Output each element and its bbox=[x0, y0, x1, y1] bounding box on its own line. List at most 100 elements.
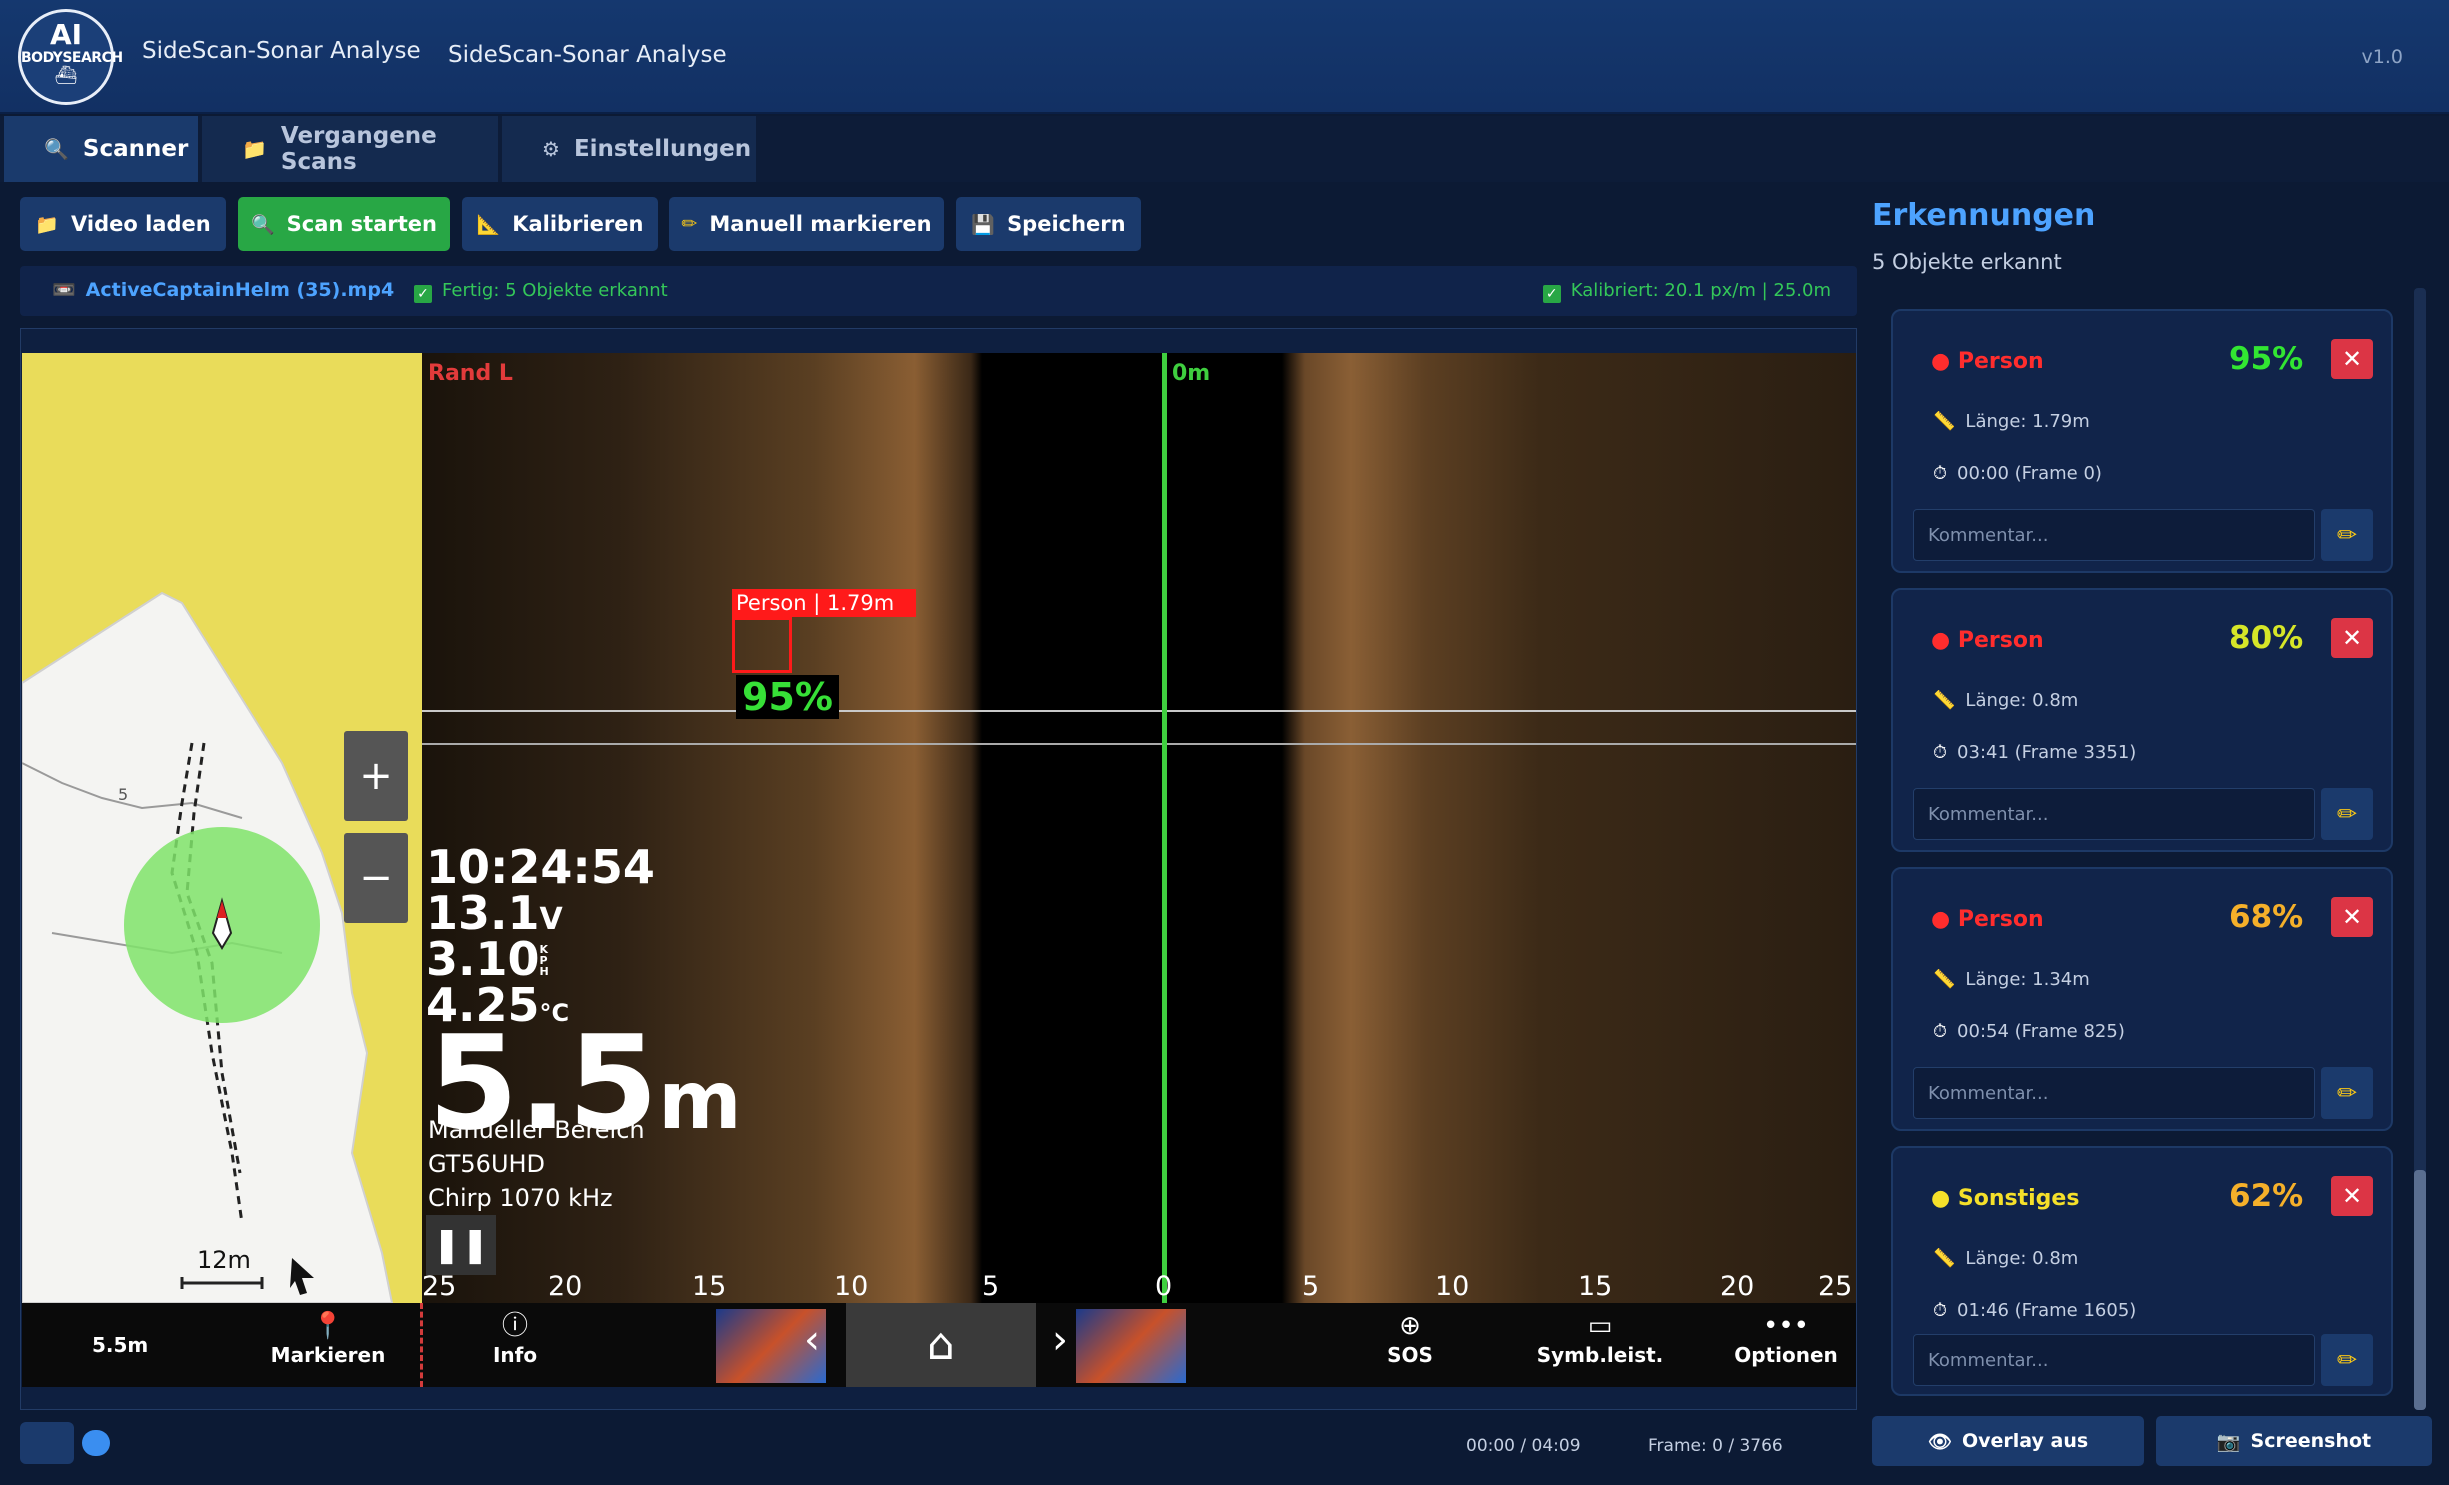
boat-icon: ⛴ bbox=[54, 65, 78, 86]
detection-confidence: 80% bbox=[2229, 620, 2304, 656]
tab-einstellungen[interactable]: ⚙ Einstellungen bbox=[502, 116, 758, 182]
center-line bbox=[1162, 353, 1167, 1303]
map-scale: 12m bbox=[197, 1246, 251, 1274]
depth-readout: 5.5m bbox=[428, 1007, 742, 1159]
screenshot-button[interactable]: 📷 Screenshot bbox=[2156, 1416, 2432, 1466]
sos-button[interactable]: ⊕ SOS bbox=[1350, 1309, 1470, 1383]
close-icon: ✕ bbox=[2341, 903, 2363, 931]
timeline-slider-handle[interactable] bbox=[82, 1430, 110, 1456]
ruler-icon: 📐 bbox=[476, 213, 501, 236]
logo-line1: AI bbox=[49, 18, 83, 51]
save-button[interactable]: 💾 Speichern bbox=[956, 197, 1141, 251]
info-icon: ⓘ bbox=[501, 1311, 528, 1341]
scan-status: ✓ Fertig: 5 Objekte erkannt bbox=[414, 280, 668, 303]
tab-vergangene-scans[interactable]: 📁 Vergangene Scans bbox=[202, 116, 500, 182]
close-icon: ✕ bbox=[2341, 1182, 2363, 1210]
bottom-edge-line bbox=[420, 1303, 424, 1387]
header: AI BODYSEARCH ⛴ SideScan-Sonar Analyse S… bbox=[0, 0, 2449, 114]
detection-class: ● Sonstiges bbox=[1931, 1186, 2080, 1211]
chart-map[interactable]: 5 12m + − bbox=[22, 353, 422, 1303]
frame-readout: Frame: 0 / 3766 bbox=[1648, 1436, 1783, 1456]
panel-title: Erkennungen bbox=[1872, 198, 2096, 233]
detection-confidence: 95% bbox=[736, 675, 839, 719]
range-tick: 15 bbox=[1578, 1271, 1613, 1302]
home-icon: ⌂ bbox=[927, 1319, 955, 1370]
pause-button[interactable]: ❚❚ bbox=[426, 1215, 496, 1275]
zoom-out-button[interactable]: − bbox=[344, 833, 408, 923]
status-bar: 📼 ActiveCaptainHelm (35).mp4 ✓ Fertig: 5 O… bbox=[20, 266, 1857, 316]
search-icon: 🔍 bbox=[251, 213, 275, 236]
pencil-icon: ✏ bbox=[2336, 521, 2358, 549]
info-button[interactable]: ⓘ Info bbox=[450, 1309, 580, 1383]
ruler-icon: 📏 bbox=[1933, 1248, 1956, 1269]
range-tick: 20 bbox=[548, 1271, 583, 1302]
overlay-toggle-button[interactable]: 👁 Overlay aus bbox=[1872, 1416, 2144, 1466]
version-label: v1.0 bbox=[2361, 46, 2403, 68]
transducer-model: GT56UHD bbox=[428, 1150, 546, 1178]
symbol-bar-button[interactable]: ▭ Symb.leist. bbox=[1520, 1309, 1680, 1383]
edge-label: Rand L bbox=[428, 361, 513, 386]
range-tick: 20 bbox=[1720, 1271, 1755, 1302]
sonar-thumbnail-right[interactable] bbox=[1076, 1309, 1186, 1383]
comment-input[interactable] bbox=[1913, 1067, 2315, 1119]
load-video-button[interactable]: 📁 Video laden bbox=[20, 197, 226, 251]
more-icon: ••• bbox=[1762, 1311, 1809, 1341]
sonar-view: Rand L 0m Person | 1.79m 95% 10:24:54 13… bbox=[422, 353, 1856, 1303]
button-label: Speichern bbox=[1007, 212, 1126, 236]
stopwatch-icon: ⏱ bbox=[1933, 1021, 1948, 1042]
delete-button[interactable]: ✕ bbox=[2331, 897, 2373, 937]
stopwatch-icon: ⏱ bbox=[1933, 742, 1948, 763]
edit-comment-button[interactable]: ✏ bbox=[2321, 1067, 2373, 1119]
detection-length: 📏 Länge: 0.8m bbox=[1933, 690, 2079, 711]
detection-class: ● Person bbox=[1931, 907, 2044, 932]
tab-scanner[interactable]: 🔍 Scanner bbox=[4, 116, 200, 182]
pencil-icon: ✏ bbox=[2336, 1346, 2358, 1374]
detection-box[interactable] bbox=[732, 617, 792, 673]
chevron-right-icon[interactable]: › bbox=[1052, 1317, 1068, 1363]
pencil-icon: ✏ bbox=[681, 213, 698, 235]
zoom-in-button[interactable]: + bbox=[344, 731, 408, 821]
range-tick: 0 bbox=[1155, 1271, 1173, 1302]
calibrate-button[interactable]: 📐 Kalibrieren bbox=[462, 197, 658, 251]
range-tick: 15 bbox=[692, 1271, 727, 1302]
detection-time: ⏱ 00:00 (Frame 0) bbox=[1933, 463, 2102, 484]
detection-card: ● Person 68% ✕ 📏 Länge: 1.34m ⏱ 00:54 (Fra… bbox=[1891, 867, 2393, 1131]
edit-comment-button[interactable]: ✏ bbox=[2321, 1334, 2373, 1386]
button-label: Kalibrieren bbox=[512, 212, 644, 236]
comment-input[interactable] bbox=[1913, 788, 2315, 840]
video-player[interactable]: 5 12m + − Rand L 0m Person | 1.79m 95% 1… bbox=[22, 353, 1856, 1387]
button-label: Video laden bbox=[70, 212, 211, 236]
start-scan-button[interactable]: 🔍 Scan starten bbox=[238, 197, 450, 251]
chevron-left-icon[interactable]: ‹ bbox=[804, 1317, 820, 1363]
device-bottom-bar: 5.5m 📍 Markieren ⓘ Info ‹ ⌂ › ⊕ SOS ▭ Sy… bbox=[22, 1303, 1856, 1387]
delete-button[interactable]: ✕ bbox=[2331, 618, 2373, 658]
sonar-frequency: Chirp 1070 kHz bbox=[428, 1184, 613, 1212]
center-label: 0m bbox=[1172, 361, 1211, 386]
tab-label: Vergangene Scans bbox=[280, 123, 437, 175]
markieren-button[interactable]: 📍 Markieren bbox=[258, 1309, 398, 1383]
timeline: 00:00 / 04:09 Frame: 0 / 3766 bbox=[20, 1420, 1857, 1468]
detection-label: Person | 1.79m bbox=[732, 589, 916, 617]
range-tick: 25 bbox=[422, 1271, 457, 1302]
file-name: 📼 ActiveCaptainHelm (35).mp4 bbox=[52, 279, 395, 301]
tab-label: Einstellungen bbox=[573, 136, 752, 162]
options-button[interactable]: ••• Optionen bbox=[1716, 1309, 1856, 1383]
comment-input[interactable] bbox=[1913, 1334, 2315, 1386]
pencil-icon: ✏ bbox=[2336, 1079, 2358, 1107]
folder-icon: 📁 bbox=[242, 137, 267, 161]
edit-comment-button[interactable]: ✏ bbox=[2321, 509, 2373, 561]
detection-length: 📏 Länge: 1.34m bbox=[1933, 969, 2090, 990]
comment-input[interactable] bbox=[1913, 509, 2315, 561]
play-button[interactable] bbox=[20, 1422, 74, 1464]
home-button[interactable]: ⌂ bbox=[846, 1303, 1036, 1387]
delete-button[interactable]: ✕ bbox=[2331, 1176, 2373, 1216]
delete-button[interactable]: ✕ bbox=[2331, 339, 2373, 379]
tab-label: Scanner bbox=[82, 136, 189, 162]
detection-length: 📏 Länge: 1.79m bbox=[1933, 411, 2090, 432]
edit-comment-button[interactable]: ✏ bbox=[2321, 788, 2373, 840]
detection-length: 📏 Länge: 0.8m bbox=[1933, 1248, 2079, 1269]
camera-icon: 📷 bbox=[2216, 1430, 2241, 1453]
scrollbar-thumb[interactable] bbox=[2414, 1170, 2426, 1410]
mark-manual-button[interactable]: ✏ Manuell markieren bbox=[669, 197, 944, 251]
sonar-right-texture bbox=[1282, 353, 1856, 1303]
